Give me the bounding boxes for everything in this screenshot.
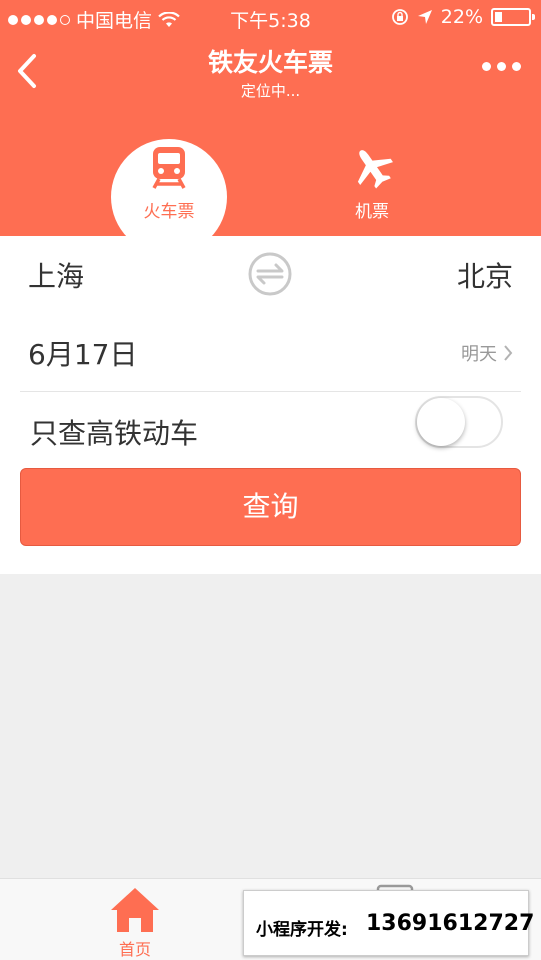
home-icon [111,888,159,932]
divider [20,391,521,392]
tabbar-home-label: 首页 [118,940,151,959]
more-dot [497,62,506,71]
watermark-label: 小程序开发: [256,920,348,940]
battery-percent: 22% [440,6,483,28]
status-bar: 中国电信 下午5:38 22% [0,0,541,34]
rotation-lock-icon [391,9,408,25]
header [0,0,541,236]
more-button[interactable] [482,62,521,71]
more-dot [512,62,521,71]
location-arrow-icon [417,10,432,24]
to-city[interactable]: 北京 [457,255,513,295]
location-status: 定位中... [240,82,301,100]
departure-date[interactable]: 6月17日 [28,333,137,373]
battery-fill [495,12,502,22]
status-right: 22% [391,6,535,28]
tab-plane-label: 机票 [355,202,389,222]
tab-plane-ticket[interactable]: 机票 [312,145,432,222]
date-hint-label: 明天 [461,344,497,365]
swap-icon [248,252,292,296]
high-speed-only-label: 只查高铁动车 [30,417,199,450]
tab-train-label: 火车票 [143,202,195,222]
from-city[interactable]: 上海 [28,255,84,295]
tab-train-ticket[interactable]: 火车票 [109,145,229,222]
toggle-knob [417,398,465,446]
more-dot [482,62,491,71]
page-title: 铁友火车票 [207,48,333,77]
date-hint[interactable]: 明天 [461,340,513,366]
train-icon [152,147,186,189]
tabbar-home[interactable]: 首页 [95,886,175,960]
chevron-right-icon [504,345,513,361]
watermark-phone: 13691612727 [366,911,535,936]
developer-watermark: 小程序开发: 13691612727 [243,890,534,956]
battery-icon [491,8,535,26]
swap-cities-button[interactable] [247,251,293,297]
query-button[interactable]: 查询 [20,468,521,546]
plane-icon [357,150,393,189]
high-speed-only-toggle[interactable] [415,396,503,448]
